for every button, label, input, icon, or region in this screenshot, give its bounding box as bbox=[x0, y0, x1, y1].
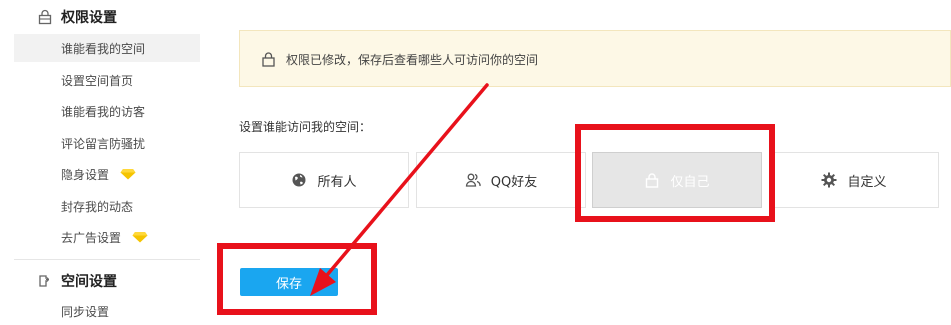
sidebar-item-label: 去广告设置 bbox=[61, 230, 122, 245]
section-permission-header: 权限设置 bbox=[0, 3, 205, 31]
sidebar-item-set-homepage[interactable]: 设置空间首页 bbox=[14, 66, 200, 94]
sidebar-item-comment-anti-spam[interactable]: 评论留言防骚扰 bbox=[14, 129, 200, 157]
option-custom[interactable]: 自定义 bbox=[769, 152, 939, 208]
sidebar-item-remove-ads[interactable]: 去广告设置 bbox=[14, 223, 200, 251]
notice-text: 权限已修改，保存后查看哪些人可访问你的空间 bbox=[286, 53, 539, 67]
sidebar-item-label: 评论留言防骚扰 bbox=[61, 136, 146, 151]
section-space-header: 空间设置 bbox=[0, 267, 205, 295]
sidebar-divider bbox=[14, 259, 200, 260]
option-everyone[interactable]: 所有人 bbox=[239, 152, 409, 208]
lock-icon bbox=[38, 9, 52, 25]
sidebar-item-label: 谁能看我的访客 bbox=[61, 104, 146, 119]
sidebar-item-invisible-settings[interactable]: 隐身设置 bbox=[14, 160, 200, 188]
option-label: QQ好友 bbox=[490, 174, 538, 190]
lock-icon bbox=[262, 52, 275, 67]
puzzle-icon bbox=[39, 275, 49, 287]
sidebar-item-sync-settings[interactable]: 同步设置 bbox=[14, 297, 200, 325]
section-space-title: 空间设置 bbox=[61, 274, 117, 290]
sidebar: 权限设置 谁能看我的空间 设置空间首页 谁能看我的访客 评论留言防骚扰 隐身设置… bbox=[0, 0, 205, 324]
sidebar-item-label: 封存我的动态 bbox=[61, 199, 134, 214]
sidebar-item-label: 隐身设置 bbox=[61, 167, 110, 182]
diamond-icon bbox=[120, 169, 136, 180]
option-label: 自定义 bbox=[847, 174, 887, 190]
permission-notice: 权限已修改，保存后查看哪些人可访问你的空间 bbox=[239, 30, 951, 87]
access-subtitle: 设置谁能访问我的空间： bbox=[239, 120, 372, 134]
option-label: 所有人 bbox=[317, 174, 357, 190]
globe-icon bbox=[292, 173, 306, 187]
highlight-box-save bbox=[217, 243, 377, 315]
section-permission-title: 权限设置 bbox=[61, 10, 117, 26]
highlight-box-only-me bbox=[575, 124, 775, 222]
sidebar-item-label: 同步设置 bbox=[61, 304, 110, 319]
sidebar-item-who-can-view-visitors[interactable]: 谁能看我的访客 bbox=[14, 97, 200, 125]
friends-icon bbox=[465, 173, 481, 187]
diamond-icon bbox=[132, 232, 148, 243]
sidebar-item-who-can-view-space[interactable]: 谁能看我的空间 bbox=[14, 34, 200, 62]
sidebar-item-label: 谁能看我的空间 bbox=[61, 41, 146, 56]
sidebar-item-label: 设置空间首页 bbox=[61, 73, 134, 88]
sidebar-item-archive-feed[interactable]: 封存我的动态 bbox=[14, 192, 200, 220]
gear-icon bbox=[821, 172, 837, 188]
option-qq-friends[interactable]: QQ好友 bbox=[416, 152, 586, 208]
